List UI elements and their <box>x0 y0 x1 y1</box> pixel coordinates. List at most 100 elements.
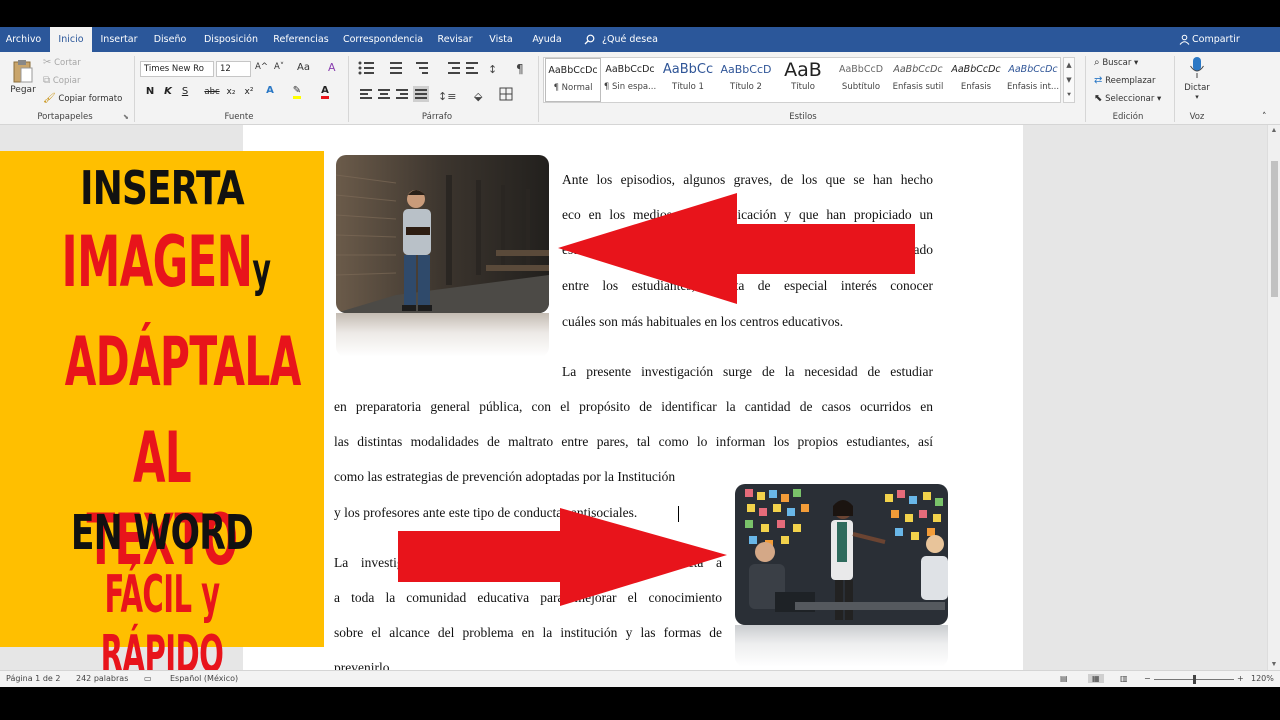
style-emphasis[interactable]: AaBbCcDc Énfasis <box>948 58 1004 102</box>
zoom-level[interactable]: 120% <box>1251 674 1274 683</box>
change-case-button[interactable]: Aa <box>297 62 310 73</box>
share-button[interactable]: Compartir <box>1192 27 1242 52</box>
style-subtle-emphasis[interactable]: AaBbCcDc Énfasis sutil <box>890 58 946 102</box>
style-preview: AaBbCcDc <box>605 64 655 75</box>
styles-gallery-scroll[interactable]: ▲ ▼ ⯆ <box>1063 57 1075 103</box>
style-label: Énfasis <box>960 82 992 92</box>
tab-inicio[interactable]: Inicio <box>50 27 92 52</box>
cut-button[interactable]: ✂ Cortar <box>43 57 81 68</box>
text-line: en preparatoria general pública, con el … <box>334 399 933 414</box>
copy-button[interactable]: ⧉ Copiar <box>43 75 80 86</box>
highlight-icon[interactable]: ✎ <box>290 85 304 99</box>
tab-insertar[interactable]: Insertar <box>96 27 142 52</box>
cursor-icon: ⬉ <box>1094 93 1103 104</box>
shrink-font-button[interactable]: A˅ <box>274 62 284 72</box>
tell-me-search[interactable]: ¿Qué desea hacer? <box>602 27 692 70</box>
style-preview: AaBbCc <box>662 62 714 77</box>
text-effects-icon[interactable]: A <box>263 85 277 96</box>
style-label: Énfasis sutil <box>892 82 944 92</box>
clear-formatting-icon[interactable]: A <box>328 61 336 74</box>
text-line: y los profesores ante este tipo de condu… <box>334 505 638 520</box>
image-reflection <box>735 625 948 667</box>
bold-button[interactable]: N <box>143 86 157 97</box>
style-label: Título <box>791 82 815 92</box>
font-color-icon[interactable]: A <box>318 85 332 99</box>
style-no-spacing[interactable]: AaBbCcDc ¶ Sin espa... <box>602 58 658 102</box>
clipboard-icon <box>13 60 33 83</box>
dictate-button[interactable]: Dictar ▾ <box>1182 56 1212 101</box>
select-button[interactable]: ⬉ Seleccionar ▾ <box>1094 93 1161 104</box>
tab-archivo[interactable]: Archivo <box>0 27 47 52</box>
word-count[interactable]: 242 palabras <box>76 674 128 683</box>
document-page[interactable]: Ante los episodios, algunos graves, de l… <box>243 125 1023 675</box>
superscript-button[interactable]: x² <box>242 87 256 97</box>
replace-button[interactable]: ⇄ Reemplazar <box>1094 75 1156 86</box>
zoom-in-button[interactable]: + <box>1237 674 1244 683</box>
page-count[interactable]: Página 1 de 2 <box>6 674 60 683</box>
format-painter-button[interactable]: 🖌 Copiar formato <box>43 93 122 104</box>
italic-button[interactable]: K <box>161 86 175 97</box>
text-line: La investigación beneficiará de forma di… <box>334 555 722 570</box>
banner-line-imagen: IMAGENy <box>61 221 271 303</box>
subscript-button[interactable]: x₂ <box>224 87 238 97</box>
search-icon: ⌕ <box>1094 57 1100 68</box>
style-label: ¶ Sin espa... <box>603 82 657 92</box>
inserted-image-man-reading[interactable] <box>336 155 549 313</box>
collapse-ribbon-icon[interactable]: ˄ <box>1262 112 1267 122</box>
find-button[interactable]: ⌕ Buscar ▾ <box>1094 57 1138 68</box>
paragraph-tools-icons[interactable]: ↕ ¶ ↕≡ ⬙ <box>356 60 536 105</box>
text-line: cuáles son más habituales en los centros… <box>562 314 844 329</box>
style-title[interactable]: AaB Título <box>775 58 831 102</box>
strikethrough-button[interactable]: abc <box>202 87 222 97</box>
zoom-out-button[interactable]: − <box>1144 674 1151 683</box>
style-heading-2[interactable]: AaBbCcD Título 2 <box>718 58 774 102</box>
font-name-combo[interactable]: Times New Ro <box>140 61 214 77</box>
text-line: La presente investigación surge de la ne… <box>562 364 933 379</box>
text-line: como las estrategias de prevención adopt… <box>334 469 676 484</box>
font-group-label: Fuente <box>224 112 254 122</box>
scissors-icon: ✂ <box>43 57 52 68</box>
tab-correspondencia[interactable]: Correspondencia <box>338 27 428 52</box>
microphone-icon <box>1190 57 1204 78</box>
print-layout-icon[interactable]: ▦ <box>1088 674 1104 683</box>
inserted-image-meeting[interactable] <box>735 484 948 625</box>
svg-text:¶: ¶ <box>516 62 524 76</box>
scroll-down-icon[interactable]: ▼ <box>1268 661 1280 668</box>
language-indicator[interactable]: Español (México) <box>170 674 238 683</box>
dictate-label: Dictar <box>1184 83 1210 93</box>
style-label: Título 1 <box>672 82 704 92</box>
top-letterbox <box>0 0 1280 27</box>
tab-disposicion[interactable]: Disposición <box>198 27 264 52</box>
zoom-slider-thumb[interactable] <box>1193 675 1196 684</box>
replace-label: Reemplazar <box>1105 76 1156 86</box>
font-size-combo[interactable]: 12 <box>216 61 251 77</box>
style-subtitle[interactable]: AaBbCcD Subtítulo <box>833 58 889 102</box>
style-intense-emphasis[interactable]: AaBbCcDc Énfasis int... <box>1005 58 1061 102</box>
cut-label: Cortar <box>54 58 81 68</box>
tab-ayuda[interactable]: Ayuda <box>524 27 570 52</box>
title-banner: INSERTA IMAGENy ADÁPTALA AL TEXTO EN WOR… <box>0 151 324 685</box>
tab-diseno[interactable]: Diseño <box>146 27 194 52</box>
vertical-scrollbar[interactable]: ▲ ▼ <box>1267 125 1280 670</box>
tab-revisar[interactable]: Revisar <box>432 27 478 52</box>
style-preview: AaBbCcD <box>720 63 772 76</box>
proofing-icon[interactable]: ▭ <box>144 674 152 683</box>
read-mode-icon[interactable]: ▤ <box>1060 674 1068 683</box>
style-normal[interactable]: AaBbCcDc ¶ Normal <box>545 58 601 102</box>
paste-button[interactable]: Pegar <box>9 58 37 95</box>
underline-button[interactable]: S <box>178 86 192 97</box>
svg-text:↕≡: ↕≡ <box>438 90 456 103</box>
clipboard-launcher-icon[interactable]: ⬊ <box>123 113 129 121</box>
tab-vista[interactable]: Vista <box>482 27 520 52</box>
scroll-up-icon[interactable]: ▲ <box>1268 127 1280 134</box>
image-reflection <box>336 313 549 357</box>
scroll-thumb[interactable] <box>1271 161 1278 297</box>
style-preview: AaB <box>784 59 822 81</box>
web-layout-icon[interactable]: ▥ <box>1120 674 1128 683</box>
style-heading-1[interactable]: AaBbCc Título 1 <box>660 58 716 102</box>
banner-imagen: IMAGEN <box>61 221 253 303</box>
tab-referencias[interactable]: Referencias <box>268 27 334 52</box>
text-line: a toda la comunidad educativa para mejor… <box>334 590 722 605</box>
format-painter-label: Copiar formato <box>58 94 123 104</box>
grow-font-button[interactable]: A^ <box>255 62 268 72</box>
